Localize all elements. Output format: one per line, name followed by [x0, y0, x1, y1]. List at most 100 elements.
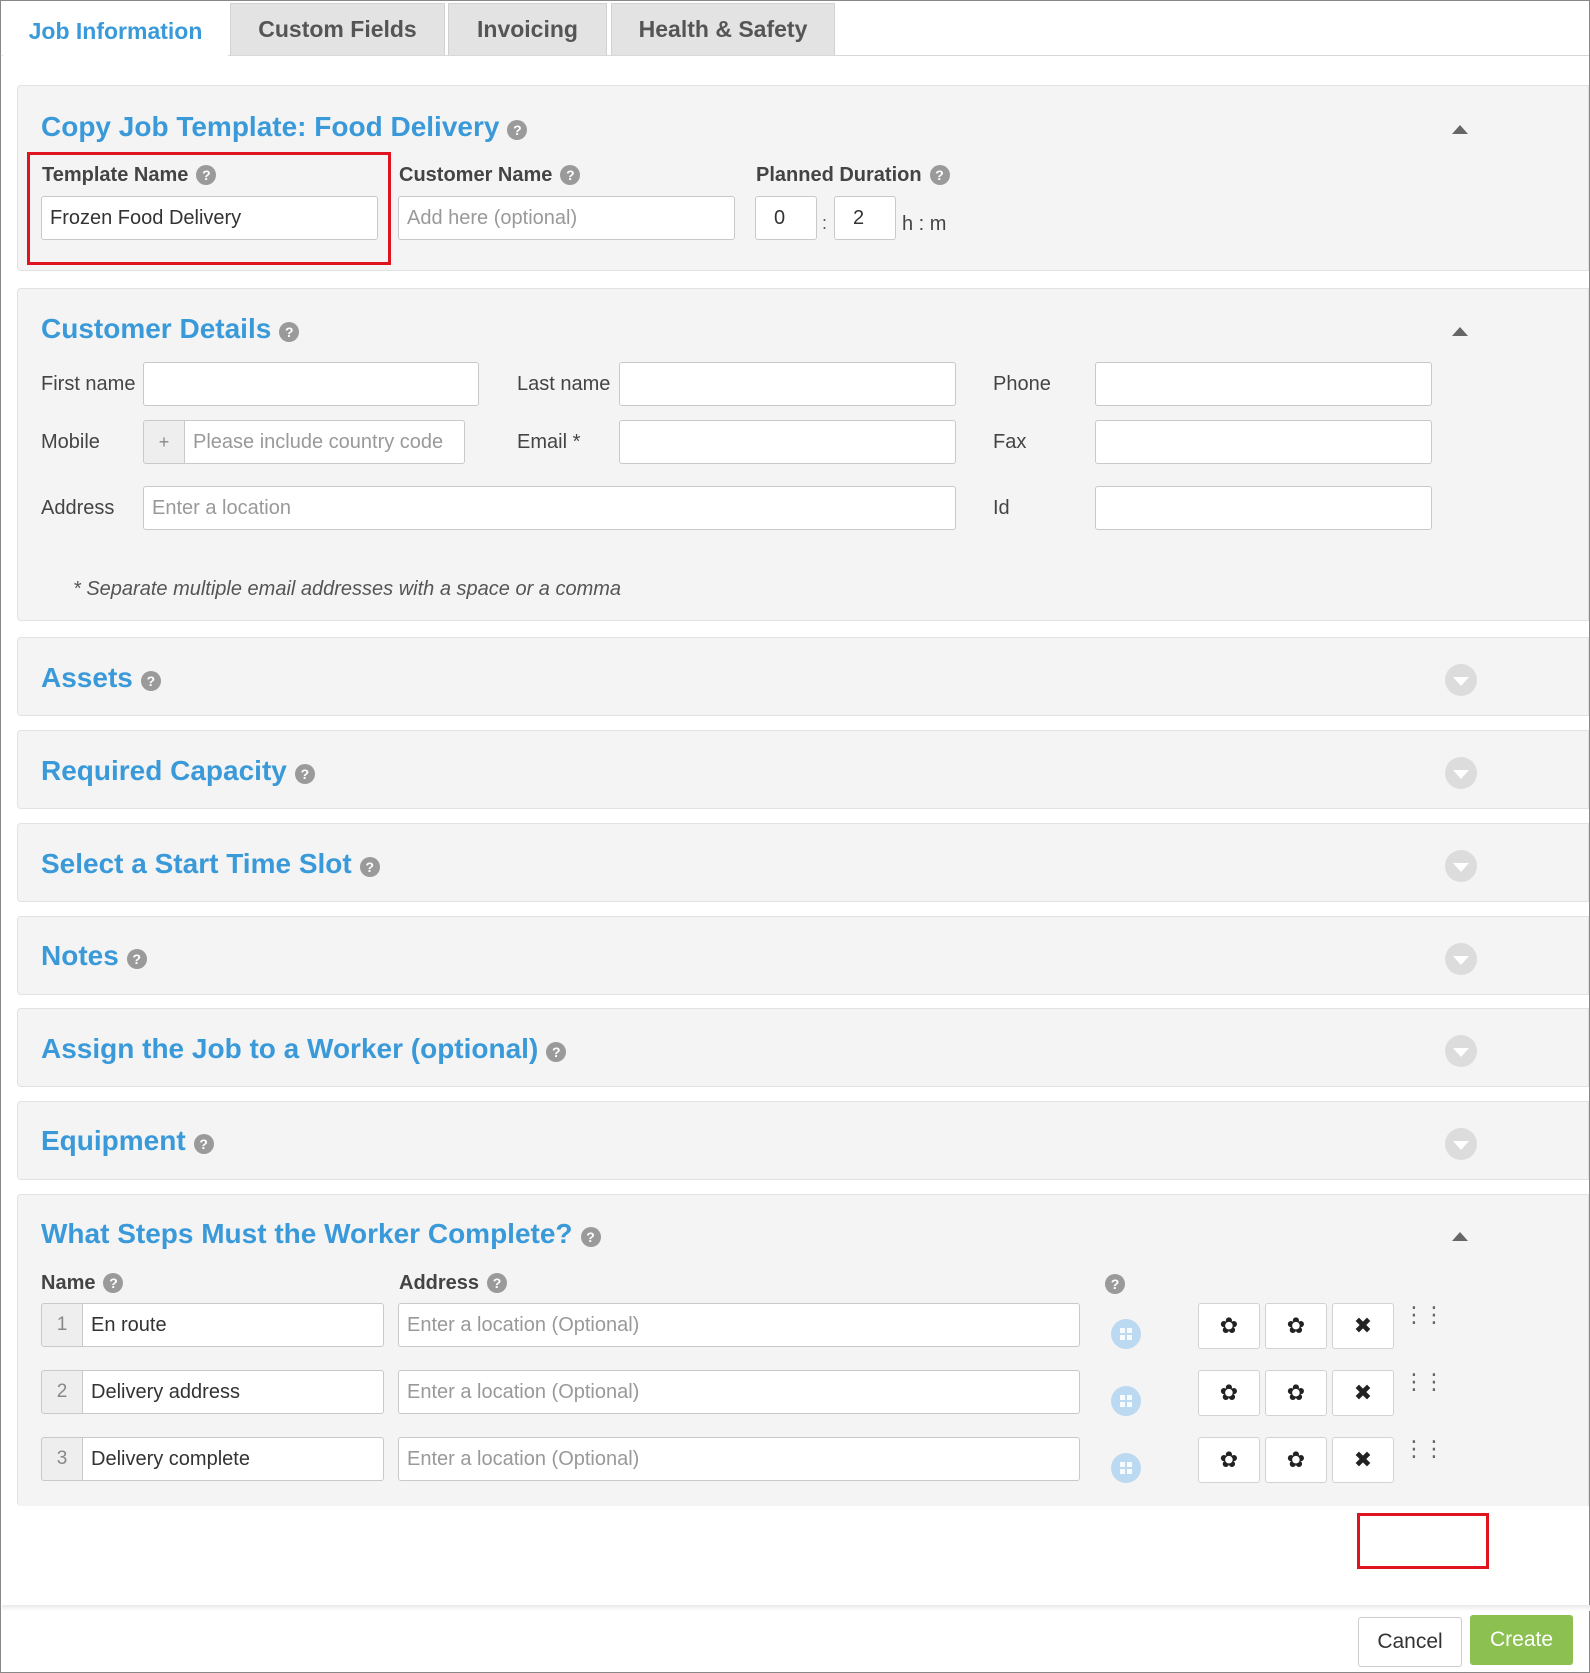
step-name-input[interactable]: Delivery complete: [82, 1437, 384, 1481]
delete-step-button[interactable]: ✖: [1332, 1437, 1394, 1483]
gear-icon: ✿: [1219, 1313, 1239, 1338]
notes-panel[interactable]: [17, 916, 1589, 995]
notes-title[interactable]: Notes ?: [41, 940, 147, 972]
start-time-slot-title[interactable]: Select a Start Time Slot ?: [41, 848, 380, 880]
tab-custom-fields[interactable]: Custom Fields: [230, 3, 445, 55]
delete-step-button[interactable]: ✖: [1332, 1370, 1394, 1416]
help-icon[interactable]: ?: [560, 165, 581, 185]
expand-chevron-icon[interactable]: [1445, 943, 1477, 975]
collapse-chevron-icon[interactable]: [1452, 327, 1468, 336]
step-address-input[interactable]: Enter a location (Optional): [398, 1437, 1080, 1481]
close-icon: ✖: [1353, 1447, 1373, 1472]
help-icon[interactable]: ?: [126, 949, 147, 969]
copy-template-title: Copy Job Template: Food Delivery ?: [41, 111, 528, 143]
duration-minutes-input[interactable]: 2: [834, 196, 896, 240]
email-input[interactable]: [619, 420, 956, 464]
id-label: Id: [993, 497, 1010, 519]
mobile-label: Mobile: [41, 431, 100, 453]
phone-input[interactable]: [1095, 362, 1432, 406]
expand-chevron-icon[interactable]: [1445, 850, 1477, 882]
settings-button[interactable]: ✿: [1265, 1303, 1327, 1349]
expand-chevron-icon[interactable]: [1445, 664, 1477, 696]
app-window: Job Information Custom Fields Invoicing …: [0, 0, 1590, 1673]
help-icon[interactable]: ?: [580, 1227, 601, 1247]
help-icon[interactable]: ?: [193, 1134, 214, 1154]
help-icon[interactable]: ?: [103, 1273, 124, 1293]
tab-invoicing[interactable]: Invoicing: [448, 3, 607, 55]
help-icon[interactable]: ?: [507, 120, 528, 140]
settings-button[interactable]: ✿: [1265, 1437, 1327, 1483]
id-input[interactable]: [1095, 486, 1432, 530]
duration-unit: h : m: [902, 213, 947, 235]
customer-name-input[interactable]: Add here (optional): [398, 196, 735, 240]
step-address-input[interactable]: Enter a location (Optional): [398, 1370, 1080, 1414]
help-icon[interactable]: ?: [294, 764, 315, 784]
gear-icon: ✿: [1286, 1313, 1306, 1338]
phone-label: Phone: [993, 373, 1051, 395]
gear-icon: ✿: [1219, 1447, 1239, 1472]
assets-panel[interactable]: [17, 637, 1589, 716]
fax-input[interactable]: [1095, 420, 1432, 464]
expand-chevron-icon[interactable]: [1445, 757, 1477, 789]
gear-icon: ✿: [1219, 1380, 1239, 1405]
drag-handle-icon[interactable]: ⋮⋮: [1403, 1304, 1445, 1326]
step-number: 2: [41, 1370, 83, 1414]
help-icon[interactable]: ?: [140, 671, 161, 691]
help-icon[interactable]: ?: [1105, 1274, 1125, 1294]
copy-template-title-text: Copy Job Template: Food Delivery: [41, 111, 500, 142]
help-icon[interactable]: ?: [929, 165, 950, 185]
settings-button[interactable]: ✿: [1198, 1303, 1260, 1349]
help-icon[interactable]: ?: [487, 1273, 508, 1293]
drag-handle-icon[interactable]: ⋮⋮: [1403, 1371, 1445, 1393]
create-button[interactable]: Create: [1470, 1615, 1573, 1665]
first-name-label: First name: [41, 373, 136, 395]
collapse-chevron-icon[interactable]: [1452, 1232, 1468, 1241]
help-icon[interactable]: ?: [279, 322, 300, 342]
tab-job-information[interactable]: Job Information: [3, 3, 228, 58]
assets-title[interactable]: Assets ?: [41, 662, 161, 694]
steps-title: What Steps Must the Worker Complete? ?: [41, 1218, 601, 1250]
planned-duration-label: Planned Duration ?: [756, 161, 950, 189]
help-icon[interactable]: ?: [546, 1042, 567, 1062]
duration-hours-input[interactable]: 0: [755, 196, 817, 240]
grid-icon[interactable]: [1111, 1319, 1141, 1349]
address-label: Address: [41, 497, 115, 519]
step-name-input[interactable]: Delivery address: [82, 1370, 384, 1414]
delete-step-button[interactable]: ✖: [1332, 1303, 1394, 1349]
tab-bar-divider: [2, 55, 1589, 56]
cancel-button[interactable]: Cancel: [1358, 1617, 1462, 1667]
settings-button[interactable]: ✿: [1198, 1437, 1260, 1483]
help-icon[interactable]: ?: [359, 857, 380, 877]
step-number: 1: [41, 1303, 83, 1347]
country-code-prefix: +: [143, 420, 185, 464]
step-number: 3: [41, 1437, 83, 1481]
last-name-label: Last name: [517, 373, 611, 395]
grid-icon[interactable]: [1111, 1386, 1141, 1416]
grid-icon[interactable]: [1111, 1453, 1141, 1483]
equipment-title[interactable]: Equipment ?: [41, 1125, 214, 1157]
fax-label: Fax: [993, 431, 1027, 453]
duration-separator: :: [822, 213, 828, 233]
expand-chevron-icon[interactable]: [1445, 1035, 1477, 1067]
mobile-input[interactable]: Please include country code: [184, 420, 465, 464]
first-name-input[interactable]: [143, 362, 479, 406]
assign-worker-title[interactable]: Assign the Job to a Worker (optional) ?: [41, 1033, 567, 1065]
collapse-chevron-icon[interactable]: [1452, 125, 1468, 134]
equipment-panel[interactable]: [17, 1101, 1589, 1180]
settings-button[interactable]: ✿: [1198, 1370, 1260, 1416]
tab-health-safety[interactable]: Health & Safety: [611, 3, 835, 55]
steps-address-header: Address ?: [399, 1269, 508, 1297]
close-icon: ✖: [1353, 1313, 1373, 1338]
highlight-box: [1357, 1513, 1489, 1569]
required-capacity-title[interactable]: Required Capacity ?: [41, 755, 315, 787]
steps-name-header: Name ?: [41, 1269, 124, 1297]
settings-button[interactable]: ✿: [1265, 1370, 1327, 1416]
email-note: * Separate multiple email addresses with…: [73, 578, 622, 600]
email-label: Email *: [517, 431, 581, 453]
last-name-input[interactable]: [619, 362, 956, 406]
expand-chevron-icon[interactable]: [1445, 1128, 1477, 1160]
drag-handle-icon[interactable]: ⋮⋮: [1403, 1438, 1445, 1460]
address-input[interactable]: Enter a location: [143, 486, 956, 530]
step-address-input[interactable]: Enter a location (Optional): [398, 1303, 1080, 1347]
step-name-input[interactable]: En route: [82, 1303, 384, 1347]
